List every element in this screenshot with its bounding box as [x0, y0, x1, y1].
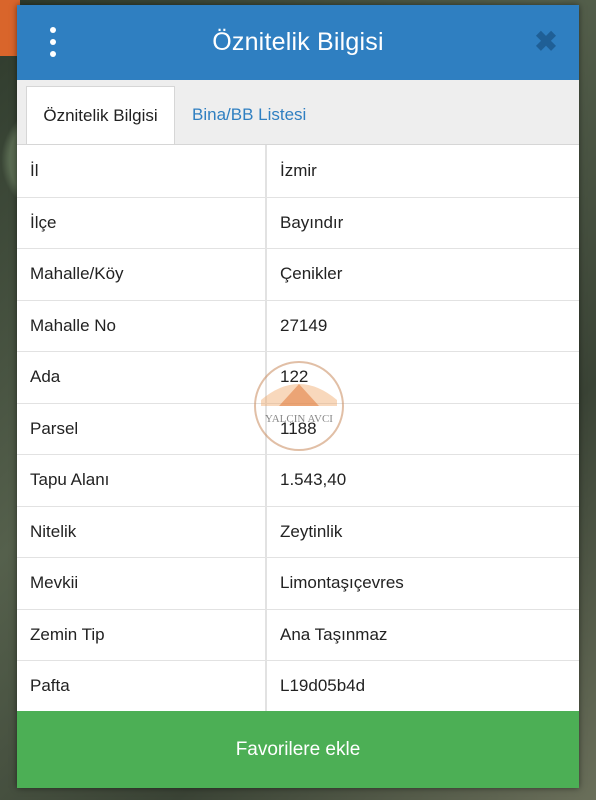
row-value: Zeytinlik	[280, 521, 343, 541]
row-key: Mahalle/Köy	[17, 249, 267, 300]
table-row: Tapu Alanı 1.543,40	[17, 454, 579, 506]
panel-title: Öznitelik Bilgisi	[212, 28, 384, 56]
row-value: 122	[280, 367, 309, 387]
table-row: İlçe Bayındır	[17, 196, 579, 248]
table-row: Mevkii Limontaşıçevres	[17, 557, 579, 609]
row-key: Mevkii	[17, 558, 267, 609]
row-value: L19d05b4d	[280, 676, 366, 696]
row-value: 1188	[280, 418, 317, 438]
row-key: Tapu Alanı	[17, 455, 267, 506]
tab-bar: Öznitelik Bilgisi Bina/BB Listesi	[17, 80, 579, 145]
row-value: Çenikler	[280, 264, 343, 284]
more-vertical-icon[interactable]	[43, 27, 63, 57]
table-row: Zemin Tip Ana Taşınmaz	[17, 608, 579, 660]
tab-building-list[interactable]: Bina/BB Listesi	[192, 86, 306, 144]
row-value: Bayındır	[280, 212, 344, 232]
tab-attribute-info[interactable]: Öznitelik Bilgisi	[26, 86, 175, 144]
row-key: Mahalle No	[17, 300, 267, 351]
row-key: Pafta	[17, 661, 267, 712]
row-value: İzmir	[280, 160, 317, 180]
row-key: Zemin Tip	[17, 609, 267, 660]
row-key: Nitelik	[17, 506, 267, 557]
row-value: Ana Taşınmaz	[280, 624, 388, 644]
panel-header: Öznitelik Bilgisi ✖	[17, 5, 579, 80]
attribute-info-panel: Öznitelik Bilgisi ✖ Öznitelik Bilgisi Bi…	[17, 5, 579, 788]
row-key: Parsel	[17, 403, 267, 454]
row-key: Ada	[17, 352, 267, 403]
row-value: 27149	[280, 315, 328, 335]
table-row: Parsel 1188	[17, 402, 579, 454]
table-row: İl İzmir	[17, 145, 579, 197]
table-row: Ada 122	[17, 351, 579, 403]
close-icon[interactable]: ✖	[533, 27, 559, 57]
row-key: İlçe	[17, 197, 267, 248]
add-to-favorites-button[interactable]: Favorilere ekle	[17, 711, 579, 788]
row-value: 1.543,40	[280, 470, 347, 490]
table-row: Mahalle/Köy Çenikler	[17, 248, 579, 300]
table-row: Mahalle No 27149	[17, 299, 579, 351]
table-row: Nitelik Zeytinlik	[17, 505, 579, 557]
row-value: Limontaşıçevres	[280, 573, 404, 593]
table-row: Pafta L19d05b4d	[17, 660, 579, 712]
row-key: İl	[17, 145, 267, 197]
attribute-table: İl İzmir İlçe Bayındır Mahalle/Köy Çenik…	[17, 145, 579, 712]
